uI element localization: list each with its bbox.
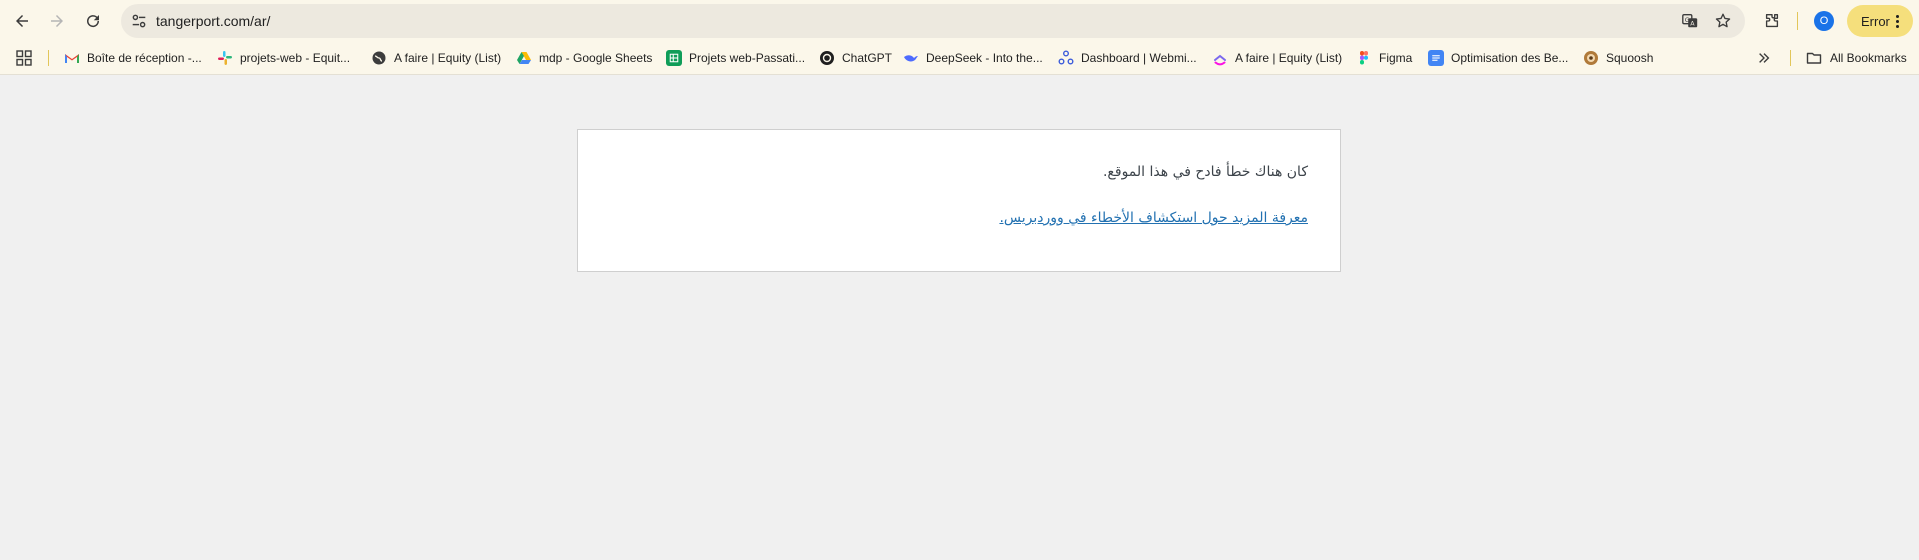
extensions-icon[interactable]	[1760, 9, 1784, 33]
site-info-icon[interactable]	[129, 11, 149, 31]
bookmark-label: mdp - Google Sheets	[539, 51, 653, 65]
bookmark-label: Figma	[1379, 51, 1413, 65]
all-bookmarks-divider	[1790, 50, 1791, 66]
all-bookmarks-label: All Bookmarks	[1830, 51, 1907, 65]
bookmark-label: A faire | Equity (List)	[394, 51, 502, 65]
bookmark-label: A faire | Equity (List)	[1235, 51, 1343, 65]
bookmark-google-docs[interactable]: Optimisation des Be...	[1428, 48, 1568, 68]
bookmarks-divider	[48, 50, 49, 66]
deepseek-icon	[903, 50, 919, 66]
toolbar-divider	[1797, 12, 1798, 30]
forward-button[interactable]	[42, 6, 72, 36]
bookmark-label: Projets web-Passati...	[689, 51, 806, 65]
squoosh-icon	[1583, 50, 1599, 66]
google-docs-icon	[1428, 50, 1444, 66]
bookmark-label: DeepSeek - Into the...	[926, 51, 1043, 65]
all-bookmarks-button[interactable]: All Bookmarks	[1806, 48, 1907, 68]
bookmark-projets-web[interactable]: Projets web-Passati...	[666, 48, 805, 68]
reload-icon	[87, 15, 100, 28]
page-content: كان هناك خطأ فادح في هذا الموقع. معرفة ا…	[0, 75, 1919, 560]
bookmark-star-icon[interactable]	[1713, 11, 1733, 31]
bookmark-figma[interactable]: Figma	[1356, 48, 1412, 68]
bookmark-label: Boîte de réception -...	[87, 51, 202, 65]
bookmark-gmail[interactable]: Boîte de réception -...	[64, 48, 202, 68]
arrow-right-icon	[51, 15, 63, 27]
bookmarks-bar: Boîte de réception -... projets-web - Eq…	[0, 42, 1919, 75]
apps-grid-icon[interactable]	[16, 50, 32, 66]
bookmark-label: Dashboard | Webmi...	[1081, 51, 1197, 65]
clickup-icon	[1212, 50, 1228, 66]
translate-icon[interactable]: G A	[1680, 11, 1700, 31]
url-text[interactable]: tangerport.com/ar/	[156, 4, 270, 38]
bookmark-label: Squoosh	[1606, 51, 1654, 65]
wp-error-box: كان هناك خطأ فادح في هذا الموقع. معرفة ا…	[577, 129, 1341, 272]
webmin-icon	[1058, 50, 1074, 66]
bookmark-webmin[interactable]: Dashboard | Webmi...	[1058, 48, 1197, 68]
bookmarks-overflow-chevron-icon[interactable]	[1756, 50, 1772, 66]
bookmark-deepseek[interactable]: DeepSeek - Into the...	[903, 48, 1043, 68]
svg-text:A: A	[1690, 21, 1695, 28]
back-button[interactable]	[7, 6, 37, 36]
bookmark-squoosh[interactable]: Squoosh	[1583, 48, 1653, 68]
reload-button[interactable]	[78, 6, 108, 36]
error-menu-button[interactable]: Error	[1847, 5, 1913, 37]
bookmark-label: projets-web - Equit...	[240, 51, 351, 65]
bookmark-chatgpt[interactable]: ChatGPT	[819, 48, 892, 68]
folder-icon	[1806, 52, 1822, 64]
bookmark-label: ChatGPT	[842, 51, 893, 65]
gmail-icon	[64, 50, 80, 66]
arrow-left-icon	[16, 15, 28, 27]
bookmark-equity-list[interactable]: A faire | Equity (List)	[371, 48, 501, 68]
error-chip-label: Error	[1861, 13, 1890, 29]
profile-avatar[interactable]: O	[1814, 11, 1834, 31]
globe-icon	[371, 50, 387, 66]
google-drive-icon	[516, 50, 532, 66]
bookmark-slack[interactable]: projets-web - Equit...	[217, 48, 350, 68]
chatgpt-icon	[819, 50, 835, 66]
address-bar[interactable]: tangerport.com/ar/ G A	[121, 4, 1745, 38]
bookmark-clickup-equity[interactable]: A faire | Equity (List)	[1212, 48, 1342, 68]
figma-icon	[1356, 50, 1372, 66]
slack-icon	[217, 50, 233, 66]
troubleshooting-link[interactable]: معرفة المزيد حول استكشاف الأخطاء في وورد…	[999, 210, 1308, 226]
more-vert-icon	[1895, 14, 1899, 28]
svg-text:G: G	[1685, 17, 1690, 24]
browser-toolbar: tangerport.com/ar/ G A O Error	[0, 0, 1919, 42]
google-sheets-icon	[666, 50, 682, 66]
bookmark-google-sheets-mdp[interactable]: mdp - Google Sheets	[516, 48, 652, 68]
bookmark-label: Optimisation des Be...	[1451, 51, 1569, 65]
critical-error-message: كان هناك خطأ فادح في هذا الموقع.	[1102, 164, 1308, 180]
